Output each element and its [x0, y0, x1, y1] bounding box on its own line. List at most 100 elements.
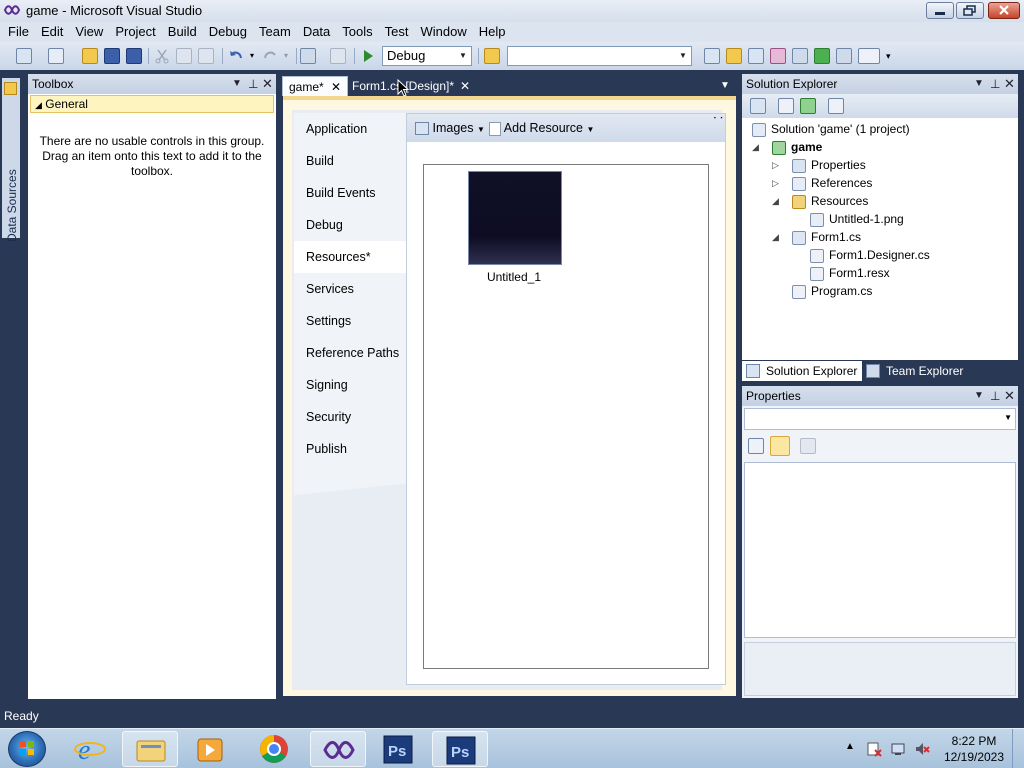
tree-item-form1-designer-cs[interactable]: Form1.Designer.cs	[810, 246, 930, 264]
system-clock[interactable]: 8:22 PM 12/19/2023	[940, 733, 1008, 765]
tab-signing[interactable]: Signing	[294, 369, 406, 401]
toolbar-overflow-icon[interactable]: ⠁⠁	[713, 116, 726, 127]
window-position-icon[interactable]: ▼	[974, 74, 984, 94]
open-file-icon[interactable]	[82, 48, 98, 64]
toolbox-toolbar-icon[interactable]	[770, 48, 786, 64]
close-tab-icon[interactable]: ✕	[460, 76, 470, 96]
tree-item-solution[interactable]: Solution 'game' (1 project)	[752, 120, 910, 138]
network-icon[interactable]	[890, 741, 906, 757]
refresh-icon[interactable]	[800, 98, 816, 114]
close-tab-icon[interactable]: ✕	[331, 77, 341, 97]
resource-category-dropdown[interactable]: Images ▼	[415, 120, 485, 136]
restore-button[interactable]	[956, 2, 984, 19]
tree-item-form1-resx[interactable]: Form1.resx	[810, 264, 890, 282]
minimize-button[interactable]	[926, 2, 954, 19]
taskbar-chrome[interactable]	[246, 731, 302, 767]
undo-icon[interactable]	[228, 48, 244, 64]
taskbar-internet-explorer[interactable]: e	[62, 731, 118, 767]
object-browser-icon[interactable]	[748, 48, 764, 64]
expanded-icon[interactable]: ◢	[772, 192, 779, 210]
menu-debug[interactable]: Debug	[203, 22, 253, 42]
tab-settings[interactable]: Settings	[294, 305, 406, 337]
taskbar-photoshop-2[interactable]: Ps	[432, 731, 488, 767]
undo-dropdown-icon[interactable]: ▾	[250, 48, 258, 64]
menu-file[interactable]: File	[2, 22, 35, 42]
taskbar-visual-studio[interactable]	[310, 731, 366, 767]
tab-build[interactable]: Build	[294, 145, 406, 177]
close-icon[interactable]: ✕	[1004, 74, 1015, 94]
expanded-icon[interactable]: ◢	[772, 228, 779, 246]
collapsed-icon[interactable]: ▷	[772, 174, 779, 192]
paste-icon[interactable]	[198, 48, 214, 64]
window-position-icon[interactable]: ▼	[974, 386, 984, 406]
property-pages-icon[interactable]	[800, 438, 816, 454]
tab-application[interactable]: Application	[294, 113, 406, 145]
properties-object-combo[interactable]: ▼	[744, 408, 1016, 430]
cut-icon[interactable]	[154, 48, 170, 64]
taskbar-media-player[interactable]	[182, 731, 238, 767]
resource-thumbnail[interactable]	[468, 171, 562, 265]
tree-item-project-game[interactable]: ◢ game	[752, 138, 822, 156]
menu-build[interactable]: Build	[162, 22, 203, 42]
close-window-button[interactable]	[988, 2, 1020, 19]
toolbar-options-icon[interactable]: ▾	[886, 48, 896, 64]
menu-data[interactable]: Data	[297, 22, 336, 42]
save-icon[interactable]	[104, 48, 120, 64]
tab-resources[interactable]: Resources*	[294, 241, 406, 273]
find-combo[interactable]: ▼	[507, 46, 692, 66]
volume-muted-icon[interactable]	[914, 741, 930, 757]
tab-debug[interactable]: Debug	[294, 209, 406, 241]
menu-tools[interactable]: Tools	[336, 22, 378, 42]
save-all-icon[interactable]	[126, 48, 142, 64]
close-icon[interactable]: ✕	[1004, 386, 1015, 406]
toolbox-group-general[interactable]: ◢ General	[30, 95, 274, 113]
categorized-icon[interactable]	[748, 438, 764, 454]
menu-test[interactable]: Test	[379, 22, 415, 42]
expanded-icon[interactable]: ◢	[752, 138, 759, 156]
menu-help[interactable]: Help	[473, 22, 512, 42]
class-diagram-icon[interactable]	[828, 98, 844, 114]
pin-icon[interactable]: ⊥	[990, 386, 1000, 406]
start-page-icon[interactable]	[814, 48, 830, 64]
alphabetical-icon[interactable]	[770, 436, 790, 456]
copy-icon[interactable]	[176, 48, 192, 64]
pin-icon[interactable]: ⊥	[990, 74, 1000, 94]
extension-manager-icon[interactable]	[792, 48, 808, 64]
data-sources-tab[interactable]: Data Sources	[2, 78, 20, 242]
redo-icon[interactable]	[262, 48, 278, 64]
window-position-icon[interactable]: ▼	[232, 74, 242, 94]
close-icon[interactable]: ✕	[262, 74, 273, 94]
tree-item-form1-cs[interactable]: ◢ Form1.cs	[772, 228, 861, 246]
tab-game[interactable]: game* ✕	[282, 76, 348, 96]
new-project-icon[interactable]	[16, 48, 32, 64]
action-center-icon[interactable]	[866, 741, 882, 757]
add-resource-dropdown[interactable]: Add Resource ▼	[489, 120, 594, 136]
resource-item-label[interactable]: Untitled_1	[454, 270, 574, 284]
menu-view[interactable]: View	[69, 22, 109, 42]
tree-item-properties[interactable]: ▷ Properties	[772, 156, 866, 174]
navigate-forward-icon[interactable]	[330, 48, 346, 64]
tree-item-untitled-png[interactable]: Untitled-1.png	[810, 210, 904, 228]
tab-reference-paths[interactable]: Reference Paths	[294, 337, 406, 369]
tab-team-explorer[interactable]: Team Explorer	[862, 361, 982, 381]
navigate-backward-icon[interactable]	[300, 48, 316, 64]
start-button[interactable]	[8, 731, 46, 767]
menu-window[interactable]: Window	[414, 22, 472, 42]
tree-item-program-cs[interactable]: Program.cs	[792, 282, 872, 300]
properties-window-icon[interactable]	[726, 48, 742, 64]
taskbar-file-explorer[interactable]	[122, 731, 178, 767]
solution-configuration-combo[interactable]: Debug ▼	[382, 46, 472, 66]
property-grid[interactable]	[744, 462, 1016, 638]
tab-form1-design[interactable]: Form1.cs [Design]* ✕	[346, 76, 476, 96]
properties-icon[interactable]	[750, 98, 766, 114]
menu-edit[interactable]: Edit	[35, 22, 69, 42]
show-all-files-icon[interactable]	[778, 98, 794, 114]
find-in-files-icon[interactable]	[484, 48, 500, 64]
solution-explorer-toolbar-icon[interactable]	[704, 48, 720, 64]
start-debugging-icon[interactable]	[360, 48, 376, 64]
add-item-icon[interactable]	[48, 48, 64, 64]
tree-item-references[interactable]: ▷ References	[772, 174, 872, 192]
tab-services[interactable]: Services	[294, 273, 406, 305]
tree-item-resources[interactable]: ◢ Resources	[772, 192, 868, 210]
menu-team[interactable]: Team	[253, 22, 297, 42]
